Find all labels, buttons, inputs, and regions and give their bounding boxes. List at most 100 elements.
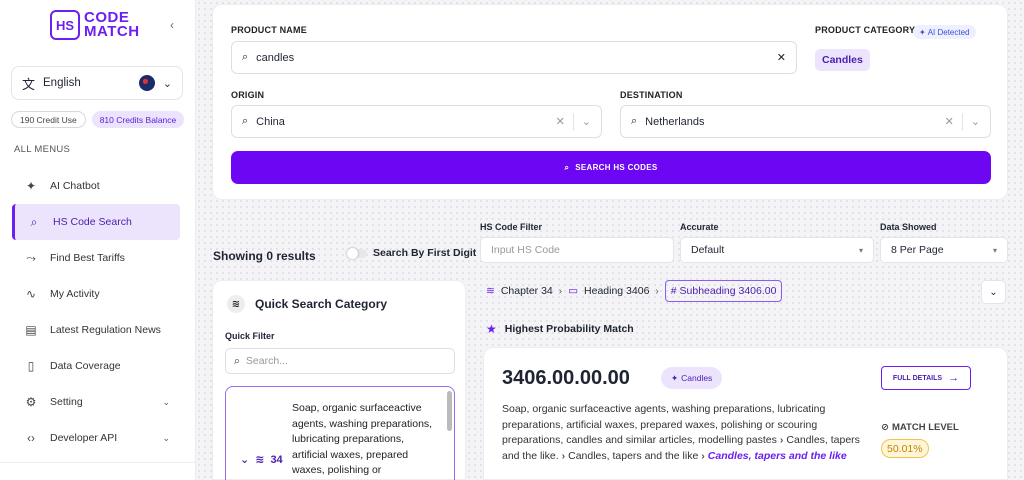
chevron-down-icon: ⌄ (162, 432, 170, 443)
data-showed-select[interactable]: 8 Per Page ▾ (880, 237, 1008, 263)
language-selector[interactable]: 文 English ⌄ (11, 66, 183, 100)
first-digit-toggle-label: Search By First Digit (373, 247, 477, 259)
credit-balance-badge: 810 Credits Balance (91, 111, 185, 128)
search-icon: ⌕ (242, 115, 249, 127)
sparkles-icon: ✦ (25, 179, 37, 193)
chevron-down-icon: ⌄ (162, 77, 172, 90)
breadcrumb-heading[interactable]: Heading 3406 (584, 285, 649, 297)
search-hs-codes-button[interactable]: ⌕ SEARCH HS CODES (231, 151, 991, 184)
search-icon: ⌕ (242, 51, 249, 63)
sidebar-divider (0, 462, 196, 463)
category-description: Soap, organic surfaceactive agents, wash… (292, 402, 433, 476)
product-name-label: PRODUCT NAME (231, 25, 307, 35)
layers-icon: ≋ (255, 454, 265, 466)
destination-value: Netherlands (645, 115, 705, 128)
match-level-badge: 50.01% (881, 439, 929, 458)
sidebar-item-data-coverage[interactable]: ▯ Data Coverage (12, 348, 184, 384)
clear-icon[interactable]: ✕ (945, 115, 954, 128)
destination-label: DESTINATION (620, 90, 683, 100)
logo[interactable]: HS CODE MATCH (50, 10, 140, 40)
quick-search-input[interactable]: ⌕ Search... (225, 348, 455, 374)
search-icon: ⌕ (30, 214, 38, 229)
search-icon: ⌕ (564, 162, 570, 172)
sidebar-item-developer-api[interactable]: ‹› Developer API ⌄ (12, 420, 184, 456)
clear-icon[interactable]: ✕ (777, 51, 786, 64)
accurate-select[interactable]: Default ▾ (680, 237, 874, 263)
activity-icon: ∿ (25, 287, 37, 301)
highest-match-heading: ★ Highest Probability Match (486, 322, 634, 336)
result-card: 3406.00.00.00 ✦ Candles Soap, organic su… (483, 347, 1008, 480)
product-category-label: PRODUCT CATEGORY (815, 25, 916, 35)
chevron-down-icon[interactable]: ⌄ (971, 115, 980, 128)
chevron-down-icon: ⌄ (162, 396, 170, 407)
match-level-label: ⊘ MATCH LEVEL (881, 422, 959, 433)
chevron-down-icon[interactable]: ⌄ (582, 115, 591, 128)
check-circle-icon: ⊘ (881, 422, 889, 433)
chevron-right-icon: › (779, 434, 784, 446)
news-icon: ▤ (25, 323, 37, 337)
credits: 190 Credit Use 810 Credits Balance (11, 111, 185, 128)
code-icon: ‹› (27, 431, 35, 445)
breadcrumb: ≋ Chapter 34 › ▭ Heading 3406 › # Subhea… (486, 280, 783, 302)
results-count: Showing 0 results (213, 249, 316, 263)
flag-icon (138, 75, 155, 91)
hs-code: 3406.00.00.00 (502, 367, 630, 389)
full-details-button[interactable]: FULL DETAILS → (881, 366, 971, 390)
sidebar-item-my-activity[interactable]: ∿ My Activity (12, 276, 184, 312)
main-content: PRODUCT NAME ⌕ candles ✕ PRODUCT CATEGOR… (196, 0, 1024, 480)
hs-description: Soap, organic surfaceactive agents, wash… (502, 403, 860, 462)
star-icon: ★ (486, 322, 497, 336)
hs-filter-input[interactable]: Input HS Code (480, 237, 674, 263)
scrollbar[interactable] (447, 391, 452, 431)
accurate-label: Accurate (680, 222, 719, 232)
hs-filter-label: HS Code Filter (480, 222, 543, 232)
ai-detected-badge: ✦ AI Detected (913, 25, 976, 39)
folder-icon: ▭ (568, 285, 579, 297)
sidebar-item-hs-code-search[interactable]: ⌕ HS Code Search (12, 204, 180, 240)
sidebar-item-latest-regulation-news[interactable]: ▤ Latest Regulation News (12, 312, 184, 348)
product-name-value: candles (256, 51, 295, 64)
language-label: English (43, 77, 81, 89)
sparkle-icon: ✦ (919, 27, 926, 37)
chevron-down-icon: ▾ (858, 245, 863, 255)
sidebar-item-ai-chatbot[interactable]: ✦ AI Chatbot (12, 168, 184, 204)
sidebar: HS CODE MATCH ‹ 文 English ⌄ 190 Credit U… (0, 0, 196, 480)
expand-button[interactable]: ⌄ (981, 280, 1006, 304)
menu-heading: ALL MENUS (14, 144, 71, 155)
sidebar-item-setting[interactable]: ⚙ Setting ⌄ (12, 384, 184, 420)
category-chip[interactable]: Candles (815, 49, 870, 71)
clear-icon[interactable]: ✕ (556, 115, 565, 128)
breadcrumb-chapter[interactable]: Chapter 34 (501, 285, 553, 297)
chevron-down-icon[interactable]: ⌄ (240, 453, 249, 466)
destination-select[interactable]: ⌕ Netherlands ✕ ⌄ (620, 105, 991, 138)
arrow-right-icon: → (948, 372, 960, 384)
category-list-item[interactable]: ⌄ ≋ 34 Soap, organic surfaceactive agent… (225, 386, 455, 480)
origin-select[interactable]: ⌕ China ✕ ⌄ (231, 105, 602, 138)
data-showed-label: Data Showed (880, 222, 937, 232)
product-name-input[interactable]: ⌕ candles ✕ (231, 41, 797, 74)
chevron-right-icon: › (561, 449, 566, 462)
layers-icon: ≋ (486, 285, 495, 297)
sidebar-menu: ✦ AI Chatbot ⌕ HS Code Search ⤳ Find Bes… (12, 168, 184, 456)
search-icon: ⌕ (631, 115, 638, 127)
sidebar-item-find-best-tariffs[interactable]: ⤳ Find Best Tariffs (12, 240, 184, 276)
first-digit-toggle[interactable] (347, 248, 367, 259)
translate-icon: 文 (22, 76, 36, 92)
gear-icon: ⚙ (25, 395, 37, 409)
breadcrumb-subheading[interactable]: # Subheading 3406.00 (664, 280, 783, 302)
chevron-down-icon: ▾ (992, 245, 997, 255)
chevron-right-icon: › (701, 449, 705, 462)
trend-icon: ⤳ (26, 250, 36, 265)
credit-used-badge: 190 Credit Use (11, 111, 86, 128)
quick-filter-label: Quick Filter (225, 331, 275, 341)
origin-label: ORIGIN (231, 90, 265, 100)
search-icon: ⌕ (234, 354, 240, 367)
logo-line-2: MATCH (84, 23, 140, 40)
chevron-right-icon: › (655, 285, 659, 297)
sparkle-icon: ✦ (671, 372, 679, 383)
quick-search-title: Quick Search Category (255, 297, 388, 311)
collapse-sidebar-icon[interactable]: ‹ (170, 18, 174, 32)
origin-value: China (256, 115, 285, 128)
quick-search-card: ≋ Quick Search Category Quick Filter ⌕ S… (212, 280, 466, 480)
category-code: 34 (270, 453, 283, 466)
